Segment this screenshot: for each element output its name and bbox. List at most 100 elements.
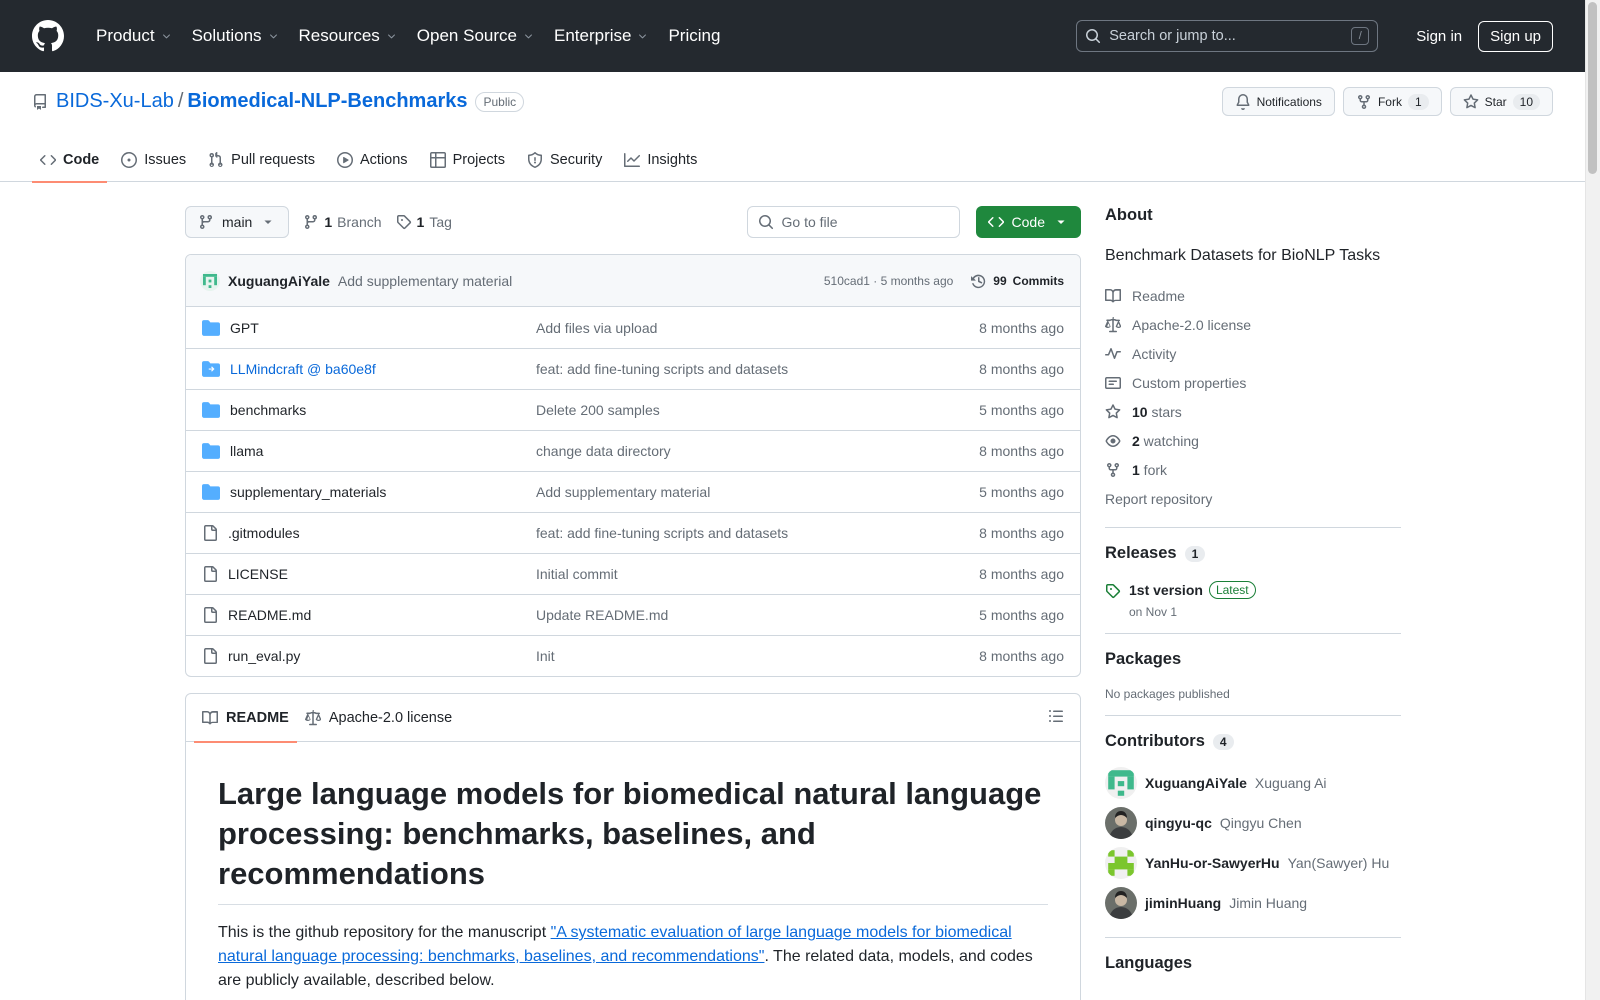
file-commit-time: 5 months ago [979, 607, 1064, 623]
fork-button[interactable]: Fork 1 [1342, 87, 1442, 116]
contributor-name: Yan(Sawyer) Hu [1287, 855, 1390, 871]
tab-pull-requests[interactable]: Pull requests [200, 137, 323, 182]
file-name-cell: llama [202, 442, 536, 460]
file-commit-message[interactable]: Update README.md [536, 607, 979, 623]
go-to-file-input[interactable]: Go to file [746, 206, 960, 238]
about-item-fork[interactable]: 1 fork [1105, 455, 1401, 484]
about-item-note[interactable]: Custom properties [1105, 368, 1401, 397]
identicon-icon [203, 273, 217, 288]
tags-link[interactable]: 1 Tag [396, 214, 452, 230]
repo-owner-link[interactable]: BIDS-Xu-Lab [56, 90, 174, 113]
commit-author-link[interactable]: XuguangAiYale [228, 273, 330, 289]
code-download-button[interactable]: Code [975, 206, 1081, 238]
table-row[interactable]: benchmarks Delete 200 samples 5 months ago [186, 389, 1080, 430]
file-name-link[interactable]: LICENSE [228, 566, 288, 582]
table-row[interactable]: GPT Add files via upload 8 months ago [186, 307, 1080, 348]
file-name-link[interactable]: GPT [230, 320, 259, 336]
file-commit-message[interactable]: Add files via upload [536, 320, 979, 336]
file-commit-message[interactable]: Add supplementary material [536, 484, 979, 500]
repo-icon [33, 93, 46, 110]
about-item-eye[interactable]: 2 watching [1105, 426, 1401, 455]
commit-sha-time[interactable]: 510cad1 · 5 months ago [824, 274, 953, 288]
file-name-link[interactable]: benchmarks [230, 402, 306, 418]
sign-up-button[interactable]: Sign up [1478, 20, 1553, 52]
repo-path-separator: / [177, 90, 184, 112]
nav-item-resources[interactable]: Resources [289, 26, 407, 46]
tab-insights[interactable]: Insights [616, 137, 705, 182]
tab-license[interactable]: Apache-2.0 license [297, 694, 460, 742]
file-commit-message[interactable]: feat: add fine-tuning scripts and datase… [536, 525, 979, 541]
file-name-link[interactable]: README.md [228, 607, 311, 623]
repo-name-link[interactable]: Biomedical-NLP-Benchmarks [187, 90, 467, 113]
contributor-item[interactable]: qingyu-qc Qingyu Chen [1105, 803, 1401, 843]
file-commit-message[interactable]: change data directory [536, 443, 979, 459]
file-commit-message[interactable]: Delete 200 samples [536, 402, 979, 418]
repo-title: BIDS-Xu-Lab / Biomedical-NLP-Benchmarks … [32, 90, 525, 113]
file-commit-message[interactable]: Initial commit [536, 566, 979, 582]
tab-projects[interactable]: Projects [422, 137, 513, 182]
report-repository-link[interactable]: Report repository [1105, 484, 1401, 513]
about-item-star[interactable]: 10 stars [1105, 397, 1401, 426]
file-commit-message[interactable]: feat: add fine-tuning scripts and datase… [536, 361, 979, 377]
about-item-label: Readme [1132, 287, 1185, 304]
branches-link[interactable]: 1 Branch [303, 214, 382, 230]
packages-heading[interactable]: Packages [1105, 650, 1401, 669]
tab-code[interactable]: Code [32, 137, 108, 183]
global-search-input[interactable]: Search or jump to... / [1076, 20, 1379, 52]
avatar[interactable] [200, 270, 220, 291]
about-item-label: watching [1139, 432, 1199, 449]
commit-message-link[interactable]: Add supplementary material [338, 273, 512, 289]
file-commit-message[interactable]: Init [536, 648, 979, 664]
file-name-link[interactable]: llama [230, 443, 263, 459]
contributors-heading[interactable]: Contributors 4 [1105, 732, 1401, 751]
table-row[interactable]: README.md Update README.md 5 months ago [186, 594, 1080, 635]
file-name-link[interactable]: run_eval.py [228, 648, 300, 664]
nav-item-product[interactable]: Product [86, 26, 182, 46]
nav-item-label: Product [96, 26, 155, 45]
file-commit-time: 8 months ago [979, 443, 1064, 459]
file-name-link[interactable]: supplementary_materials [230, 484, 386, 500]
commits-history-link[interactable]: 99 Commits [971, 273, 1064, 289]
chevron-down-icon [269, 33, 277, 38]
nav-item-solutions[interactable]: Solutions [182, 26, 289, 46]
file-name-link[interactable]: .gitmodules [228, 525, 300, 541]
star-button[interactable]: Star 10 [1449, 87, 1553, 116]
file-name-link[interactable]: LLMindcraft @ ba60e8f [230, 361, 376, 377]
code-icon [987, 217, 1004, 227]
about-item-book[interactable]: Readme [1105, 281, 1401, 310]
branch-count: 1 [324, 214, 333, 230]
contributor-item[interactable]: XuguangAiYale Xuguang Ai [1105, 763, 1401, 803]
about-item-text: 10 stars [1132, 404, 1182, 420]
readme-panel: README Apache-2.0 license Large language… [185, 693, 1081, 1000]
page-scrollbar[interactable] [1585, 0, 1600, 1000]
about-item-text: 1 fork [1132, 462, 1167, 478]
nav-item-pricing[interactable]: Pricing [658, 26, 730, 46]
about-item-law[interactable]: Apache-2.0 license [1105, 310, 1401, 339]
github-logo-icon[interactable] [32, 20, 64, 52]
table-row[interactable]: .gitmodules feat: add fine-tuning scripts… [186, 512, 1080, 553]
branch-selector[interactable]: main [185, 206, 290, 238]
nav-item-enterprise[interactable]: Enterprise [544, 26, 658, 46]
table-row[interactable]: llama change data directory 8 months ago [186, 430, 1080, 471]
table-row[interactable]: LLMindcraft @ ba60e8f feat: add fine-tuni… [186, 348, 1080, 389]
release-info: 1st version Latest on Nov 1 [1129, 581, 1256, 619]
contributor-item[interactable]: jiminHuang Jimin Huang [1105, 883, 1401, 923]
releases-heading[interactable]: Releases 1 [1105, 544, 1401, 563]
table-row[interactable]: LICENSE Initial commit 8 months ago [186, 553, 1080, 594]
outline-button[interactable] [1048, 708, 1064, 727]
nav-item-open-source[interactable]: Open Source [407, 26, 544, 46]
tab-actions[interactable]: Actions [329, 137, 416, 182]
tab-readme[interactable]: README [194, 694, 297, 743]
tab-security[interactable]: Security [519, 137, 610, 182]
sign-in-link[interactable]: Sign in [1416, 28, 1462, 45]
notifications-button[interactable]: Notifications [1221, 87, 1335, 116]
about-item-pulse[interactable]: Activity [1105, 339, 1401, 368]
file-commit-time: 8 months ago [979, 361, 1064, 377]
tab-issues[interactable]: Issues [113, 137, 194, 182]
contributor-item[interactable]: YanHu-or-SawyerHu Yan(Sawyer) Hu [1105, 843, 1401, 883]
table-row[interactable]: supplementary_materials Add supplementary… [186, 471, 1080, 512]
latest-release[interactable]: 1st version Latest on Nov 1 [1105, 581, 1401, 619]
scrollbar-thumb[interactable] [1588, 2, 1597, 174]
table-row[interactable]: run_eval.py Init 8 months ago [186, 635, 1080, 676]
about-item-count: 1 [1132, 461, 1140, 478]
